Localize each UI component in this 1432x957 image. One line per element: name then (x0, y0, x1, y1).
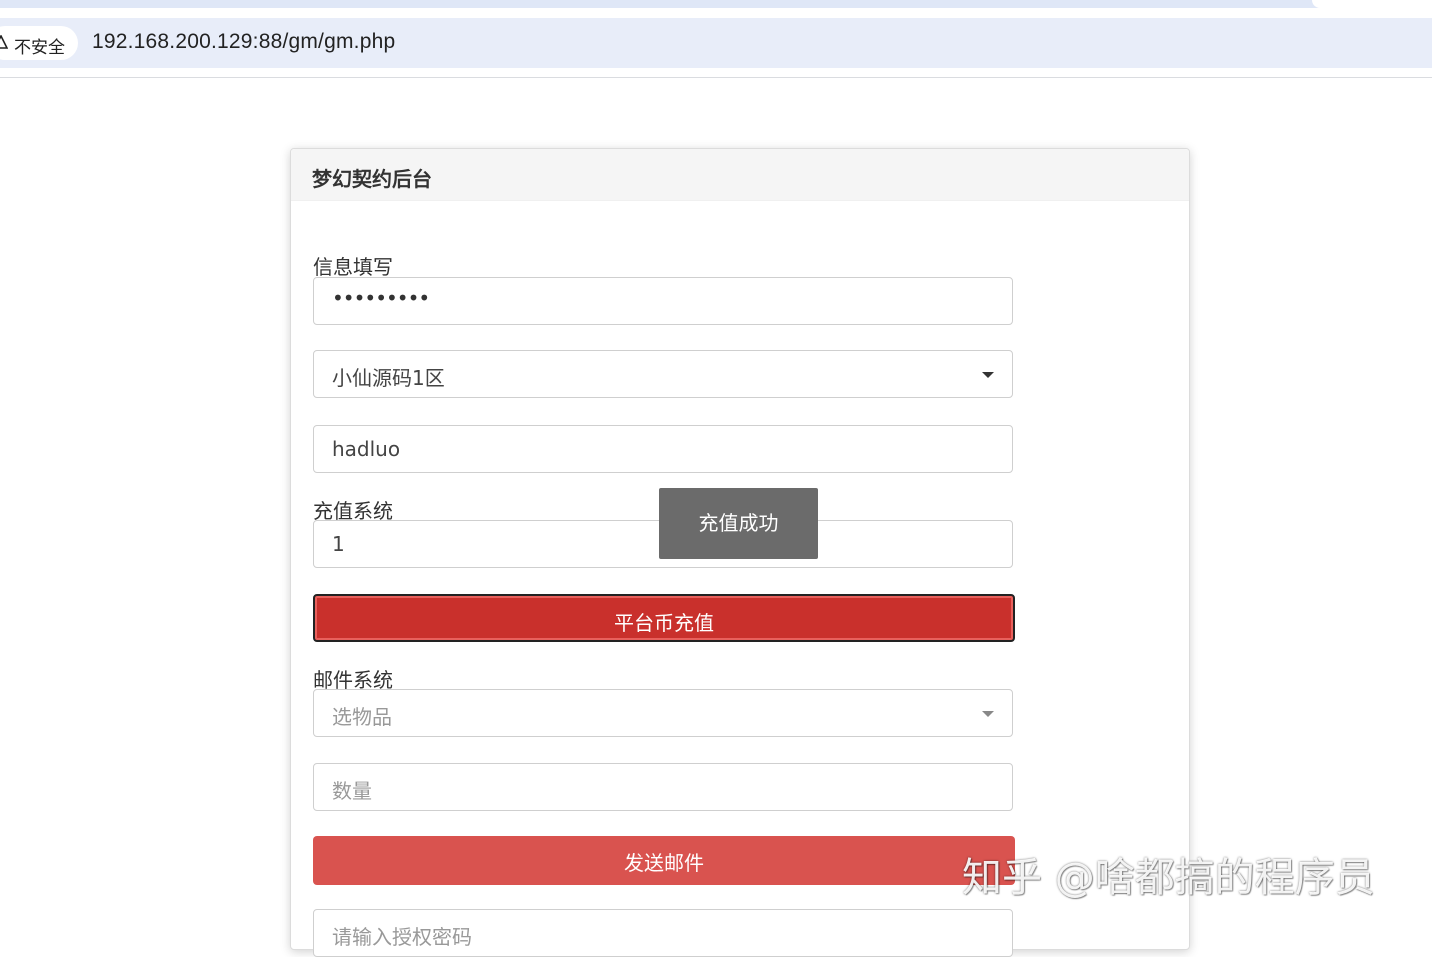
chevron-down-icon (982, 711, 994, 717)
quantity-placeholder: 数量 (332, 779, 372, 803)
send-mail-button[interactable]: 发送邮件 (313, 836, 1015, 885)
address-bar[interactable]: 不安全 192.168.200.129:88/gm/gm.php (0, 18, 1432, 68)
account-input[interactable]: hadluo (313, 425, 1013, 473)
info-section-label: 信息填写 (313, 255, 393, 279)
auth-password-input[interactable]: 请输入授权密码 (313, 909, 1013, 957)
toast-message: 充值成功 (659, 488, 818, 559)
platform-coin-recharge-button[interactable]: 平台币充值 (313, 594, 1015, 642)
toolbar-divider (0, 77, 1432, 78)
item-select[interactable]: 选物品 (313, 689, 1013, 737)
item-select-placeholder: 选物品 (332, 705, 392, 729)
quantity-input[interactable]: 数量 (313, 763, 1013, 811)
active-tab-edge[interactable] (1312, 0, 1432, 8)
account-value: hadluo (332, 437, 401, 461)
server-select-value: 小仙源码1区 (332, 366, 445, 390)
password-value: ••••••••• (332, 286, 430, 310)
browser-tab-strip (0, 0, 1432, 8)
url-text[interactable]: 192.168.200.129:88/gm/gm.php (92, 30, 395, 54)
security-indicator[interactable]: 不安全 (0, 26, 78, 60)
panel-header: 梦幻契约后台 (291, 149, 1189, 201)
auth-password-placeholder: 请输入授权密码 (332, 925, 472, 949)
panel-title: 梦幻契约后台 (312, 167, 432, 191)
chevron-down-icon (982, 372, 994, 378)
password-input[interactable]: ••••••••• (313, 277, 1013, 325)
security-label: 不安全 (14, 38, 65, 58)
recharge-amount-value: 1 (332, 532, 345, 556)
send-mail-button-label: 发送邮件 (624, 851, 704, 875)
warning-triangle-icon (0, 35, 8, 49)
recharge-button-label: 平台币充值 (614, 611, 714, 635)
watermark: 知乎 @啥都搞的程序员 (962, 855, 1375, 901)
server-select[interactable]: 小仙源码1区 (313, 350, 1013, 398)
